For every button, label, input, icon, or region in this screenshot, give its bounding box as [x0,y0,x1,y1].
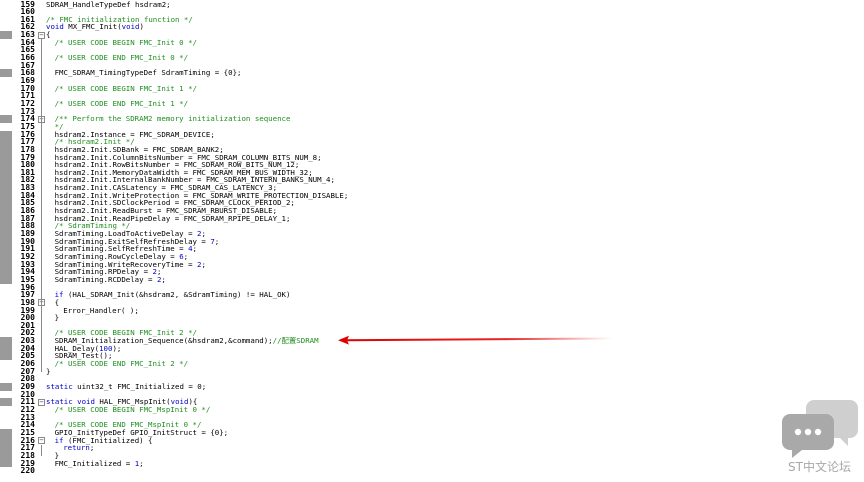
chat-bubbles-icon [782,400,858,458]
watermark-text: ST中文论坛 [788,460,851,474]
arrow-shaft [346,337,612,342]
code-editor[interactable]: −−−−− 159SDRAM_HandleTypeDef hsdram2;160… [0,0,864,482]
red-arrow-annotation [338,335,612,345]
